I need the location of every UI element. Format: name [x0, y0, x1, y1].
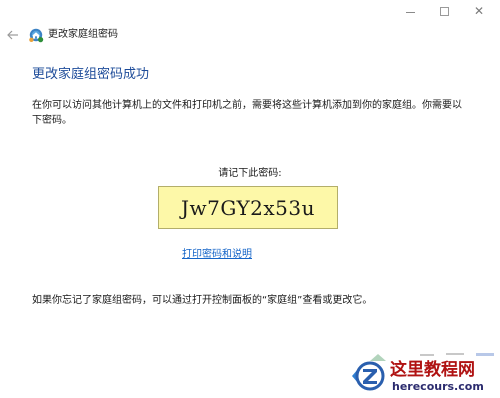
print-password-link[interactable]: 打印密码和说明 [182, 249, 252, 261]
minimize-button[interactable] [392, 0, 428, 22]
watermark-logo-icon [350, 358, 386, 394]
maximize-button[interactable] [426, 0, 462, 22]
footer-text: 如果你忘记了家庭组密码，可以通过打开控制面板的“家庭组”查看或更改它。 [32, 295, 373, 306]
password-value: Jw7GY2x53u [180, 195, 316, 220]
title-bar: ✕ [0, 0, 500, 24]
watermark-url: herecours.com [392, 380, 484, 393]
close-button[interactable]: ✕ [461, 0, 497, 22]
nav-title: 更改家庭组密码 [48, 29, 118, 40]
watermark: 这里教程网 herecours.com [342, 348, 500, 398]
navigation-bar: 更改家庭组密码 [0, 26, 300, 46]
close-icon: ✕ [473, 4, 485, 18]
minimize-icon [405, 11, 415, 13]
password-box: Jw7GY2x53u [158, 186, 338, 229]
page-heading: 更改家庭组密码成功 [32, 67, 150, 82]
back-arrow-icon[interactable] [6, 28, 20, 42]
homegroup-window: ✕ 更改家庭组密码 更改家庭组密码成功 在你可以访问其他计算机上的文件和打印机之… [0, 0, 500, 398]
description-text: 在你可以访问其他计算机上的文件和打印机之前，需要将这些计算机添加到你的家庭组。你… [32, 100, 462, 126]
watermark-title: 这里教程网 [390, 360, 475, 380]
homegroup-icon [28, 27, 44, 43]
maximize-icon [439, 6, 449, 16]
password-label: 请记下此密码: [218, 168, 282, 179]
